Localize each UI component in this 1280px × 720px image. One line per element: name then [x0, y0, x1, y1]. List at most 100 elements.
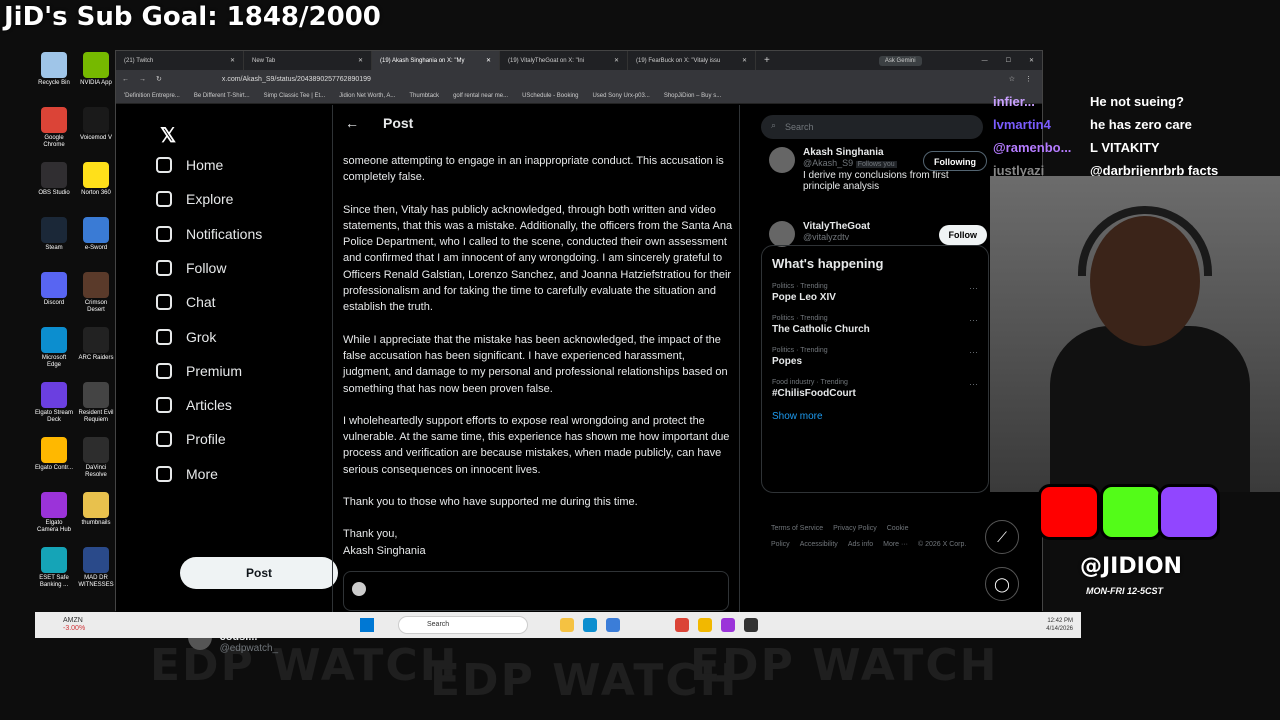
desktop-icon[interactable]: Resident Evil Requiem	[76, 382, 116, 424]
forward-icon[interactable]: →	[139, 76, 146, 83]
desktop-icon[interactable]: thumbnails	[76, 492, 116, 527]
back-icon[interactable]: ←	[122, 76, 129, 83]
store-icon[interactable]	[606, 618, 620, 632]
trend-item[interactable]: Politics · Trending The Catholic Church ··…	[772, 315, 978, 335]
x-logo-icon[interactable]: 𝕏	[160, 123, 176, 148]
bookmark-item[interactable]: Jidion Net Worth, A...	[339, 93, 395, 99]
more-dots-icon[interactable]: ···	[969, 379, 978, 389]
taskbar-search[interactable]: Search	[398, 616, 528, 634]
desktop-icon[interactable]: Elgato Contr...	[34, 437, 74, 472]
desktop-icon[interactable]: e-Sword	[76, 217, 116, 252]
browser-tab[interactable]: (21) Twitch ✕	[116, 51, 244, 70]
trend-category: Politics · Trending	[772, 283, 828, 290]
who-to-follow-item[interactable]: Akash Singhania @Akash_S9 Follows you I …	[769, 147, 991, 207]
maximize-icon[interactable]: ☐	[1006, 57, 1011, 64]
desktop-icon[interactable]: Steam	[34, 217, 74, 252]
browser-tab[interactable]: (19) VitalyTheGoat on X: "Ini ✕	[500, 51, 628, 70]
app-icon[interactable]	[698, 618, 712, 632]
nav-item-premium[interactable]: Premium	[156, 362, 242, 379]
system-clock[interactable]: 12:42 PM 4/14/2026	[1046, 617, 1073, 633]
follow-button[interactable]: Follow	[938, 225, 987, 245]
browser-tab-active[interactable]: (19) Akash Singhania on X: "My ✕	[372, 51, 500, 70]
nav-item-notifications[interactable]: Notifications	[156, 225, 262, 242]
chrome-icon[interactable]	[675, 618, 689, 632]
desktop-icon[interactable]: Discord	[34, 272, 74, 307]
bookmark-item[interactable]: 'Definition Entrepre...	[124, 93, 180, 99]
show-more-link[interactable]: Show more	[772, 411, 978, 422]
menu-icon[interactable]: ⋮	[1025, 75, 1032, 83]
browser-tab[interactable]: (19) FearBuck on X: "Vitaly issu ✕	[628, 51, 756, 70]
desktop-icon[interactable]: ESET Safe Banking ...	[34, 547, 74, 589]
desktop-icon[interactable]: Microsoft Edge	[34, 327, 74, 369]
bookmark-item[interactable]: Thumbtack	[409, 93, 439, 99]
desktop-icon[interactable]: ARC Raiders	[76, 327, 116, 362]
post-button[interactable]: Post	[180, 557, 338, 589]
trend-item[interactable]: Food industry · Trending #ChilisFoodCourt…	[772, 379, 978, 399]
desktop-icon[interactable]: MAD DR WITNESSES	[76, 547, 116, 589]
url-field[interactable]: x.com/Akash_S9/status/204389025776289019…	[222, 76, 371, 83]
follow-icon	[156, 259, 172, 276]
nav-item-articles[interactable]: Articles	[156, 397, 232, 414]
footer-link[interactable]: Accessibility	[800, 541, 838, 548]
grok-float-icon[interactable]: ⟋	[985, 520, 1019, 554]
close-window-icon[interactable]: ✕	[1029, 57, 1034, 64]
footer-link[interactable]: © 2026 X Corp.	[918, 541, 966, 548]
bookmark-item[interactable]: USchedule - Booking	[522, 93, 578, 99]
nav-item-explore[interactable]: Explore	[156, 191, 233, 208]
desktop-icon[interactable]: Recycle Bin	[34, 52, 74, 87]
desktop-icon[interactable]: OBS Studio	[34, 162, 74, 197]
reload-icon[interactable]: ↻	[156, 75, 162, 83]
stock-widget[interactable]: AMZN -3.00%	[63, 617, 85, 633]
ask-gemini-button[interactable]: Ask Gemini	[878, 55, 922, 66]
windows-start-icon[interactable]	[360, 618, 374, 632]
embedded-media[interactable]	[343, 571, 729, 611]
messages-float-icon[interactable]: ◯	[985, 567, 1019, 601]
headset	[1078, 206, 1212, 276]
bookmark-item[interactable]: golf rental near me...	[453, 93, 508, 99]
following-button[interactable]: Following	[923, 151, 987, 171]
file-explorer-icon[interactable]	[560, 618, 574, 632]
desktop-icon[interactable]: Google Chrome	[34, 107, 74, 149]
trend-item[interactable]: Politics · Trending Popes ···	[772, 347, 978, 367]
back-arrow-icon[interactable]: ←	[345, 115, 359, 131]
search-input[interactable]: Search	[761, 115, 983, 139]
nav-item-profile[interactable]: Profile	[156, 431, 226, 448]
browser-tab[interactable]: New Tab ✕	[244, 51, 372, 70]
more-dots-icon[interactable]: ···	[969, 283, 978, 293]
app-icon[interactable]	[744, 618, 758, 632]
desktop-icon[interactable]: DaVinci Resolve	[76, 437, 116, 479]
footer-link[interactable]: Ads info	[848, 541, 873, 548]
nav-item-follow[interactable]: Follow	[156, 259, 226, 276]
nav-item-grok[interactable]: Grok	[156, 328, 216, 345]
new-tab-icon[interactable]: +	[764, 55, 770, 66]
close-icon[interactable]: ✕	[486, 57, 491, 64]
desktop-icon[interactable]: NVIDIA App	[76, 52, 116, 87]
desktop-icon[interactable]: Elgato Camera Hub	[34, 492, 74, 534]
minimize-icon[interactable]: —	[982, 58, 988, 64]
bookmark-item[interactable]: Used Sony Urx-p03...	[592, 93, 649, 99]
nav-item-more[interactable]: More	[156, 465, 218, 482]
desktop-icon[interactable]: Norton 360	[76, 162, 116, 197]
more-dots-icon[interactable]: ···	[969, 347, 978, 357]
bookmark-item[interactable]: Be Different T-Shirt...	[194, 93, 250, 99]
edge-icon[interactable]	[583, 618, 597, 632]
desktop-icon[interactable]: Elgato Stream Deck	[34, 382, 74, 424]
more-dots-icon[interactable]: ···	[969, 315, 978, 325]
close-icon[interactable]: ✕	[358, 57, 363, 64]
footer-link[interactable]: Terms of Service	[771, 525, 823, 532]
bookmark-star-icon[interactable]: ☆	[1009, 75, 1015, 83]
bookmark-item[interactable]: ShopJiDion – Buy s...	[664, 93, 721, 99]
bookmark-item[interactable]: Simp Classic Tee | Et...	[264, 93, 325, 99]
footer-link[interactable]: More ···	[883, 541, 908, 548]
app-icon[interactable]	[721, 618, 735, 632]
avatar	[769, 221, 795, 247]
desktop-icon[interactable]: Voicemod V	[76, 107, 116, 142]
desktop-icon[interactable]: Crimson Desert	[76, 272, 116, 314]
close-icon[interactable]: ✕	[230, 57, 235, 64]
footer-link[interactable]: Privacy Policy	[833, 525, 877, 532]
trend-item[interactable]: Politics · Trending Pope Leo XIV ···	[772, 283, 978, 303]
close-icon[interactable]: ✕	[742, 57, 747, 64]
close-icon[interactable]: ✕	[614, 57, 619, 64]
nav-item-home[interactable]: Home	[156, 157, 223, 173]
nav-item-chat[interactable]: Chat	[156, 294, 216, 311]
